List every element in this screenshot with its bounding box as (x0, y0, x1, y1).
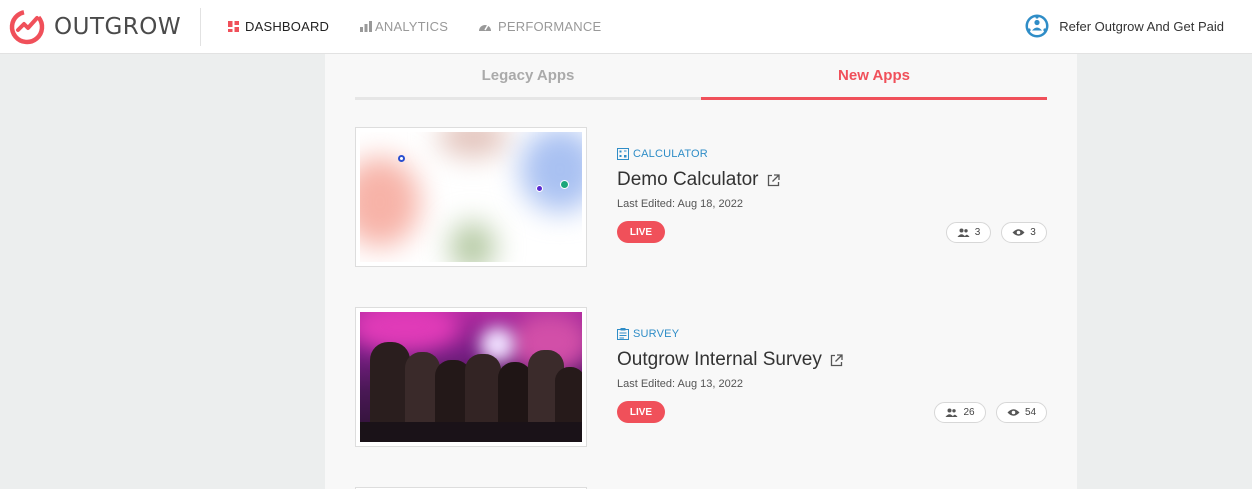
status-badge[interactable]: LIVE (617, 401, 665, 423)
header-divider (200, 8, 201, 46)
views-count[interactable]: 54 (996, 402, 1047, 423)
nav-analytics-label: ANALYTICS (375, 18, 449, 34)
nav-analytics[interactable]: ANALYTICS (360, 0, 448, 52)
outgrow-logo-icon (9, 9, 45, 45)
eye-icon (1012, 229, 1025, 236)
app-card: CALCULATOR Demo Calculator Last Edited: … (355, 127, 1047, 267)
referral-icon (1025, 14, 1049, 38)
survey-icon (617, 328, 629, 340)
app-type-label: CALCULATOR (633, 148, 708, 160)
app-title[interactable]: Outgrow Internal Survey (617, 349, 843, 371)
views-count[interactable]: 3 (1001, 222, 1047, 243)
last-edited: Last Edited: Aug 18, 2022 (617, 198, 743, 210)
tab-legacy-apps-label: Legacy Apps (481, 67, 575, 84)
users-count-value: 26 (963, 407, 975, 418)
tab-new-apps-label: New Apps (838, 67, 910, 84)
app-type: CALCULATOR (617, 148, 708, 160)
app-type-label: SURVEY (633, 328, 680, 340)
tab-legacy-apps[interactable]: Legacy Apps (355, 54, 701, 100)
external-link-icon[interactable] (830, 353, 843, 367)
gauge-icon (479, 24, 491, 31)
last-edited: Last Edited: Aug 13, 2022 (617, 378, 743, 390)
users-icon (945, 408, 958, 417)
bar-chart-icon (360, 20, 372, 32)
app-type: SURVEY (617, 328, 679, 340)
nav-performance-label: PERFORMANCE (498, 18, 602, 34)
views-count-value: 3 (1030, 227, 1036, 238)
calculator-icon (617, 148, 629, 160)
nav-dashboard[interactable]: DASHBOARD (228, 0, 329, 52)
app-title[interactable]: Demo Calculator (617, 169, 780, 191)
refer-link[interactable]: Refer Outgrow And Get Paid (1025, 0, 1224, 52)
apps-panel: Legacy Apps New Apps CALCULATOR Demo Cal… (325, 54, 1077, 489)
eye-icon (1007, 409, 1020, 416)
users-count[interactable]: 3 (946, 222, 991, 243)
outgrow-logo[interactable]: OUTGROW (9, 9, 181, 45)
app-title-text: Outgrow Internal Survey (617, 349, 822, 370)
tab-new-apps[interactable]: New Apps (701, 54, 1047, 100)
app-thumbnail[interactable] (355, 127, 587, 267)
users-icon (957, 228, 970, 237)
refer-label: Refer Outgrow And Get Paid (1059, 18, 1224, 34)
logo-text: OUTGROW (54, 14, 182, 40)
nav-performance[interactable]: PERFORMANCE (478, 0, 601, 52)
views-count-value: 54 (1024, 407, 1037, 418)
top-header: OUTGROW DASHBOARD ANALYTICS PERFORMANCE (0, 0, 1252, 54)
app-thumbnail[interactable] (355, 307, 587, 447)
dashboard-icon (228, 20, 239, 32)
app-card: SURVEY Outgrow Internal Survey Last Edit… (355, 307, 1047, 447)
users-count-value: 3 (974, 227, 981, 238)
status-badge[interactable]: LIVE (617, 221, 665, 243)
external-link-icon[interactable] (767, 173, 780, 187)
users-count[interactable]: 26 (934, 402, 986, 423)
nav-dashboard-label: DASHBOARD (245, 18, 330, 34)
app-title-text: Demo Calculator (617, 169, 759, 190)
